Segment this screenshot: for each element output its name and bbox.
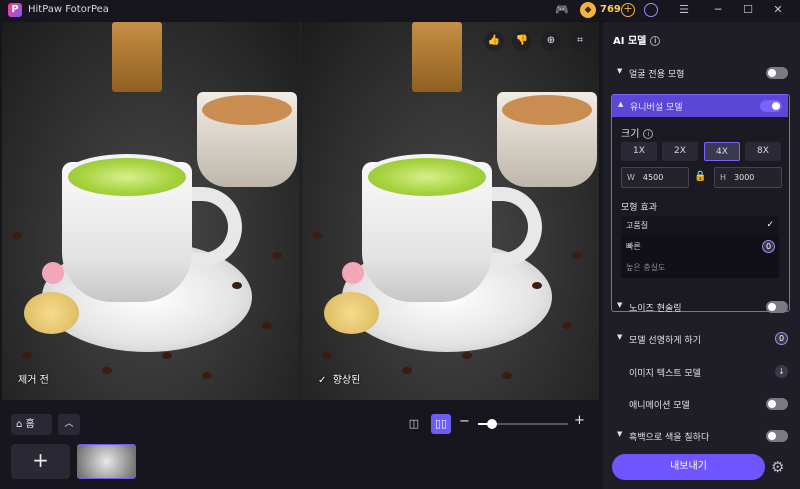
effect-fast[interactable]: 빠른 0 [621,237,779,256]
animation-model-toggle[interactable] [766,398,788,410]
add-coins-icon[interactable]: + [621,3,635,17]
caret-down-icon: ▼ [617,67,623,75]
zoom-icon[interactable]: ⊕ [541,31,561,51]
scale-8x-button[interactable]: 8X [745,142,781,161]
lock-icon[interactable]: 🔒 [694,171,706,182]
preview-canvas: 제거 전 👍 👎 ⊕ ⌗ ✓ 향상된 [2,22,599,400]
add-image-button[interactable]: + [11,444,70,479]
check-icon: ✓ [766,220,774,230]
after-image: 👍 👎 ⊕ ⌗ ✓ 향상된 [302,22,599,400]
zoom-in-button[interactable]: + [574,413,585,428]
collapse-button[interactable]: ︿ [58,414,80,435]
home-icon: ⌂ [16,419,23,430]
credit-badge: 0 [775,332,788,345]
close-button[interactable]: ✕ [768,1,788,19]
zoom-handle[interactable] [486,419,497,429]
sharpen-row[interactable]: ▼ 모델 선명하게 하기 0 [611,326,793,352]
split-view-icon[interactable]: ◫ [404,414,424,434]
universal-model-toggle[interactable] [760,100,782,112]
home-button[interactable]: ⌂ 홈 [11,414,52,435]
app-logo: P [8,3,22,17]
panel-title: AI 모델 i [613,32,661,47]
caret-up-icon: ▲ [618,100,624,108]
face-model-toggle[interactable] [766,67,788,79]
download-icon[interactable]: ↓ [775,365,788,378]
height-field[interactable]: H 3000 [714,167,782,188]
effect-label: 모형 효과 [621,203,657,213]
colorize-toggle[interactable] [766,430,788,442]
coin-count: 769 [600,4,621,15]
side-by-side-icon[interactable]: ▯▯ [431,414,451,434]
app-title: HitPaw FotorPea [28,4,109,15]
thumbs-up-icon[interactable]: 👍 [484,31,504,51]
check-icon: ✓ [318,375,327,386]
settings-panel: AI 모델 i ▼ 얼굴 전용 모형 ▲ 유니버설 모델 크기 i 1X 2X 4X… [603,22,800,489]
animation-model-row[interactable]: 애니메이션 모델 [611,391,793,417]
face-model-row[interactable]: ▼ 얼굴 전용 모형 [611,60,793,86]
universal-model-panel: ▲ 유니버설 모델 크기 i 1X 2X 4X 8X W 4500 🔒 H 3000 … [611,94,790,312]
crop-icon[interactable]: ⌗ [570,31,590,51]
effect-list: 고품질 ✓ 빠른 0 높은 충실도 [621,216,779,278]
gear-icon[interactable]: ⚙ [771,458,784,476]
credit-badge: 0 [762,240,775,253]
zoom-out-button[interactable]: − [459,414,470,429]
after-label: ✓ 향상된 [318,375,361,386]
scale-4x-button[interactable]: 4X [704,142,740,161]
denoise-toggle[interactable] [766,301,788,313]
universal-model-row[interactable]: ▲ 유니버설 모델 [612,95,788,117]
title-bar: P HitPaw FotorPea 🎮 ◆ 769 + ☰ ─ ☐ ✕ [0,0,800,20]
denoise-row[interactable]: ▼ 노이즈 현술링 [611,294,793,320]
effect-high-fidelity[interactable]: 높은 충실도 [621,258,779,277]
caret-down-icon: ▼ [617,301,623,309]
before-image: 제거 전 [2,22,299,400]
effect-high-quality[interactable]: 고품질 ✓ [621,216,779,235]
info-icon[interactable]: i [650,36,661,46]
export-button[interactable]: 내보내기 [612,454,765,480]
text-model-row[interactable]: 이미지 텍스트 모델 ↓ [611,359,793,385]
bottom-bar: ⌂ 홈 ︿ + ◫ ▯▯ − + [0,402,600,489]
caret-down-icon: ▼ [617,430,623,438]
colorize-row[interactable]: ▼ 흑백으로 색을 칠하다 [611,423,793,449]
discord-icon[interactable]: 🎮 [554,2,570,18]
zoom-slider[interactable] [478,419,568,429]
size-label: 크기 i [621,125,654,140]
thumbs-down-icon[interactable]: 👎 [512,31,532,51]
menu-icon[interactable]: ☰ [676,2,692,18]
account-avatar[interactable] [644,3,658,17]
scale-1x-button[interactable]: 1X [621,142,657,161]
width-field[interactable]: W 4500 [621,167,689,188]
info-icon[interactable]: i [643,129,654,139]
minimize-button[interactable]: ─ [708,1,728,19]
before-label: 제거 전 [18,375,49,386]
caret-down-icon: ▼ [617,333,623,341]
image-thumbnail[interactable] [77,444,136,479]
chevron-up-icon: ︿ [64,419,74,429]
coin-icon[interactable]: ◆ [580,2,596,18]
scale-2x-button[interactable]: 2X [662,142,698,161]
maximize-button[interactable]: ☐ [738,1,758,19]
